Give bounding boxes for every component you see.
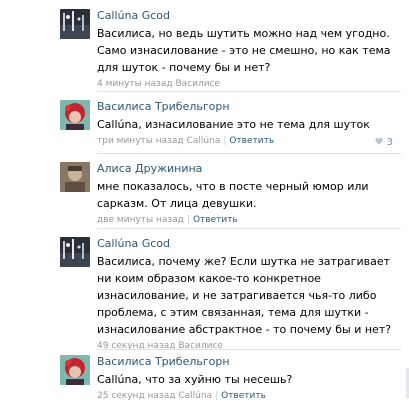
comment-text: Callúna, изнасилование это не тема для ш… [97,118,370,131]
comment-meta: 4 минуты назад Василисе [97,78,401,90]
comment-text: Василиса, почему же? Если шутка не затра… [97,255,392,336]
comment-author-link[interactable]: Алиса Дружинина [97,162,401,176]
sepia-portrait-avatar-icon [60,162,90,192]
divider [97,153,401,154]
avatar[interactable] [60,237,90,267]
comment-reply-to[interactable]: Callúna [178,391,212,401]
comment-author-link[interactable]: Василиса Трибельгорн [97,355,401,369]
comment-reply-to[interactable]: Callúna [187,136,221,146]
comment-meta: 25 секунд назад Callúna | Ответить [97,390,401,402]
like-count: 3 [386,137,393,148]
comment-time[interactable]: две минуты назад [97,215,184,225]
comment-meta: 49 секунд назад Василисе [97,340,401,352]
heart-icon: ♥ [374,137,384,148]
divider [97,91,401,92]
comment-author-link[interactable]: Callúna Gcod [97,237,401,251]
comment-meta: три минуты назад Callúna | Ответить [97,135,401,147]
comment-text: Callúna, что за хуйню ты несешь? [97,373,293,386]
meta-separator: | [223,136,227,146]
avatar[interactable] [60,355,90,385]
red-hair-girl-avatar-icon [60,100,90,130]
comment-reply-to[interactable]: Василисе [175,79,220,89]
meta-separator: | [186,215,190,225]
comment-text: Василиса, но ведь шутить можно над чем у… [97,27,391,74]
reply-button[interactable]: Ответить [193,215,238,225]
divider [97,228,401,229]
comment-meta: две минуты назад | Ответить [97,214,401,226]
comment-text: мне показалось, что в посте черный юмор … [97,180,369,210]
comment-author-link[interactable]: Callúna Gcod [97,9,401,23]
divider [97,349,401,350]
comment-time[interactable]: 25 секунд назад [97,391,175,401]
comment-time[interactable]: 4 минуты назад [97,79,173,89]
red-hair-girl-avatar-icon [60,355,90,385]
avatar[interactable] [60,9,90,39]
reply-button[interactable]: Ответить [229,136,274,146]
comment-author-link[interactable]: Василиса Трибельгорн [97,100,401,114]
dark-night-photo-avatar-icon [60,9,90,39]
reply-button[interactable]: Ответить [221,391,266,401]
comment-feed: Callúna Gcod Василиса, но ведь шутить мо… [0,0,409,412]
comment-time[interactable]: три минуты назад [97,136,184,146]
avatar[interactable] [60,100,90,130]
like-button[interactable]: ♥ 3 [374,137,393,149]
avatar[interactable] [60,162,90,192]
dark-night-photo-avatar-icon [60,237,90,267]
meta-separator: | [215,391,219,401]
